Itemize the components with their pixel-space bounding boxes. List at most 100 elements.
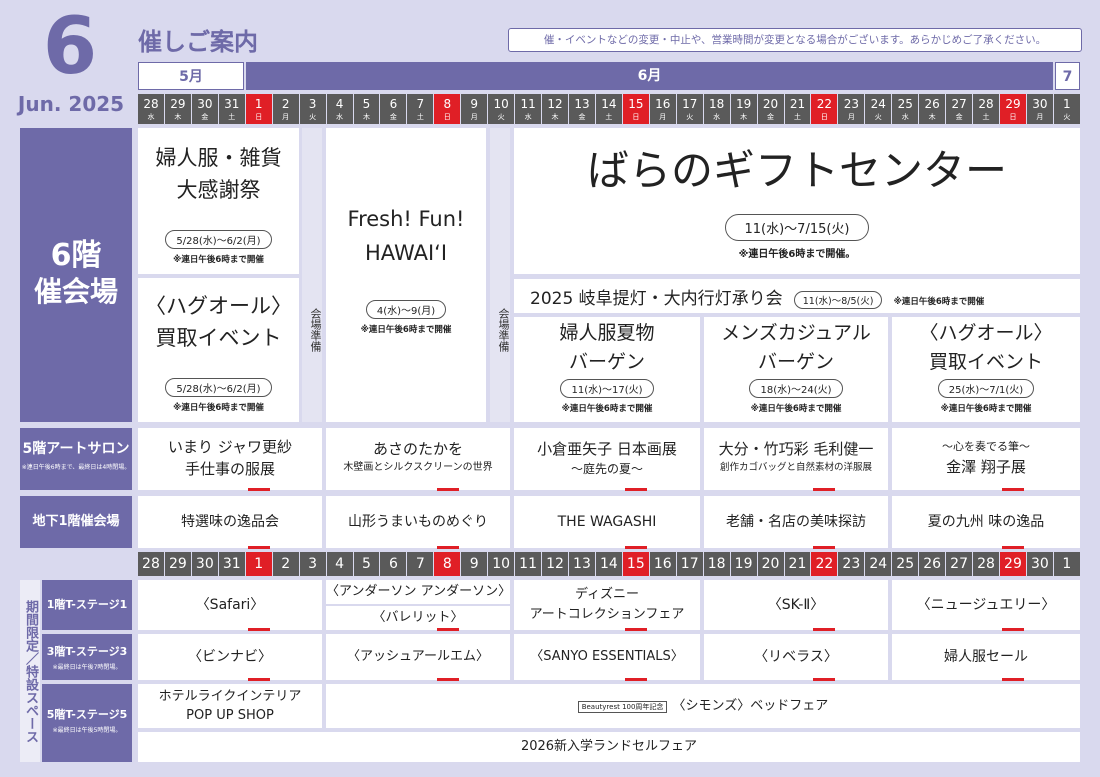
day-cell: 31	[218, 552, 245, 576]
day-weekday: 月	[847, 113, 855, 121]
day-cell: 18	[703, 552, 730, 576]
stage3-title: 3階T-ステージ3	[46, 645, 128, 658]
day-cell: 6金	[380, 94, 407, 124]
stage5-simmons[interactable]: Beautyrest 100周年記念 〈シモンズ〉ベッドフェア	[326, 684, 1080, 728]
stage5-randoseru[interactable]: 2026新入学ランドセルフェア	[138, 732, 1080, 762]
event-haguoru-1[interactable]: 〈ハグオール〉 買取イベント 5/28(水)～6/2(月) ※連日午後6時まで開…	[138, 278, 299, 422]
day-cell: 4水	[326, 94, 353, 124]
b1-event-1[interactable]: 特選味の逸品会	[138, 496, 322, 548]
art-salon-5[interactable]: ～心を奏でる筆～ 金澤 翔子展	[892, 428, 1080, 490]
day-number: 23	[843, 97, 859, 111]
day-cell: 10 火	[488, 94, 515, 124]
day-weekday: 月	[659, 113, 667, 121]
month-may: 5月	[138, 62, 244, 90]
day-cell: 28 土	[973, 94, 999, 124]
special-side: 期間限定／特設スペース	[20, 580, 40, 762]
art-line1: いまり ジャワ更紗	[167, 438, 293, 456]
event-title-line2: バーゲン	[757, 351, 834, 373]
stage5-title: 5階T-ステージ5	[46, 708, 128, 721]
stage5-hotel-like[interactable]: ホテルライクインテリア POP UP SHOP	[138, 684, 322, 728]
day-cell: 14 土	[595, 94, 622, 124]
prep-label-2: 会場準備	[490, 128, 510, 422]
art-salon-3[interactable]: 小倉亜矢子 日本画展 ～庭先の夏～	[514, 428, 700, 490]
day-cell: 24 火	[865, 94, 892, 124]
event-note: ※連日午後6時まで開催	[750, 404, 842, 414]
day-number: 25	[897, 97, 913, 111]
day-cell: 9	[461, 552, 488, 576]
floor6-label-b: 催会場	[33, 275, 118, 308]
event-bara-gift[interactable]: ばらのギフトセンター 11(水)～7/15(火) ※連日午後6時まで開催。	[514, 128, 1080, 274]
event-date: 18(水)～24(火)	[749, 379, 843, 398]
event-date: 11(水)～7/15(火)	[725, 214, 869, 241]
stage3-riberasu[interactable]: 〈リベラス〉	[704, 634, 888, 680]
day-weekday: 木	[740, 113, 748, 121]
day-weekday: 土	[793, 113, 801, 121]
day-weekday: 木	[928, 113, 936, 121]
stage3-label: 3階T-ステージ3 ※最終日は午後7時閉場。	[42, 634, 132, 680]
art-salon-2[interactable]: あさのたかを 木壁画とシルクスクリーンの世界	[326, 428, 510, 490]
sunday-marker	[813, 546, 836, 549]
disney-line2: アートコレクションフェア	[529, 607, 685, 622]
day-weekday: 火	[1063, 113, 1071, 121]
simmons-text: 〈シモンズ〉ベッドフェア	[672, 698, 829, 714]
day-number: 3	[308, 97, 317, 111]
stage1-jewelry[interactable]: 〈ニュージュエリー〉	[892, 580, 1080, 630]
stage3-sanyo[interactable]: 〈SANYO ESSENTIALS〉	[514, 634, 700, 680]
day-weekday: 木	[174, 113, 182, 121]
b1-event-5[interactable]: 夏の九州 味の逸品	[892, 496, 1080, 548]
event-title-line2: 買取イベント	[155, 326, 282, 350]
stage1-sk2[interactable]: 〈SK-Ⅱ〉	[704, 580, 888, 630]
day-cell: 29	[1000, 552, 1026, 576]
sunday-marker	[813, 488, 836, 491]
art-salon-1[interactable]: いまり ジャワ更紗 手仕事の服展	[138, 428, 322, 490]
day-number: 7	[416, 97, 425, 111]
event-fujin-zakka[interactable]: 婦人服・雑貨 大感謝祭 5/28(水)～6/2(月) ※連日午後6時まで開催	[138, 128, 299, 274]
event-mens-casual[interactable]: メンズカジュアル バーゲン 18(水)～24(火) ※連日午後6時まで開催	[704, 317, 888, 422]
b1-event-4[interactable]: 老舗・名店の美味探訪	[704, 496, 888, 548]
sunday-marker	[1001, 628, 1024, 631]
event-fujin-natsu[interactable]: 婦人服夏物 バーゲン 11(水)～17(火) ※連日午後6時まで開催	[514, 317, 700, 422]
stage1-disney[interactable]: ディズニー アートコレクションフェア	[514, 580, 700, 630]
day-weekday: 日	[443, 113, 451, 121]
event-date: 5/28(水)～6/2(月)	[165, 378, 272, 397]
art-salon-4[interactable]: 大分・竹巧彩 毛利健一 創作カゴバッグと自然素材の洋服展	[704, 428, 888, 490]
floor6-label-a: 6階	[50, 238, 102, 273]
stage3-fujin-sale[interactable]: 婦人服セール	[892, 634, 1080, 680]
day-cell: 6	[380, 552, 407, 576]
day-cell: 11 水	[515, 94, 542, 124]
stage3-ashuaruemu[interactable]: 〈アッシュアールエム〉	[326, 634, 510, 680]
day-number: 24	[870, 97, 886, 111]
day-cell: 30	[1026, 552, 1053, 576]
event-gifu-chochin[interactable]: 2025 岐阜提灯・大内行灯承り会 11(水)～8/5(火) ※連日午後6時まで…	[514, 279, 1080, 313]
stage3-binnabi[interactable]: 〈ビンナビ〉	[138, 634, 322, 680]
day-cell: 1日	[245, 94, 272, 124]
b1-event-2[interactable]: 山形うまいものめぐり	[326, 496, 510, 548]
sunday-marker	[813, 628, 836, 631]
day-cell: 15 日	[622, 94, 649, 124]
day-weekday: 月	[1036, 113, 1044, 121]
stage3-sub: ※最終日は午後7時閉場。	[52, 664, 122, 671]
day-number: 6	[389, 97, 398, 111]
day-cell: 21	[784, 552, 811, 576]
day-number: 20	[762, 97, 779, 111]
sunday-marker	[248, 678, 271, 681]
stage1-bareritto[interactable]: 〈バレリット〉	[326, 606, 510, 630]
day-cell: 29	[164, 552, 191, 576]
b1-event-3[interactable]: THE WAGASHI	[514, 496, 700, 548]
day-number: 12	[547, 97, 563, 111]
day-number: 13	[574, 97, 590, 111]
stage1-anderson[interactable]: 〈アンダーソン アンダーソン〉	[326, 580, 510, 604]
event-haguoru-2[interactable]: 〈ハグオール〉 買取イベント 25(水)～7/1(火) ※連日午後6時まで開催	[892, 317, 1080, 422]
day-cell: 18 水	[703, 94, 730, 124]
day-cell: 5木	[353, 94, 380, 124]
day-cell: 1火	[1053, 94, 1080, 124]
stage5-label: 5階T-ステージ5 ※最終日は午後5時閉場。	[42, 684, 132, 762]
event-date: 11(水)～17(火)	[560, 379, 654, 398]
stage1-safari[interactable]: 〈Safari〉	[138, 580, 322, 630]
day-weekday: 金	[578, 113, 586, 121]
event-hawaii[interactable]: Fresh! Fun! HAWAI‘I 4(水)～9(月) ※連日午後6時まで開…	[326, 128, 486, 422]
day-number: 19	[735, 97, 752, 111]
art-line2: 創作カゴバッグと自然素材の洋服展	[719, 462, 872, 473]
sunday-marker	[436, 488, 459, 491]
day-cell: 19	[730, 552, 757, 576]
